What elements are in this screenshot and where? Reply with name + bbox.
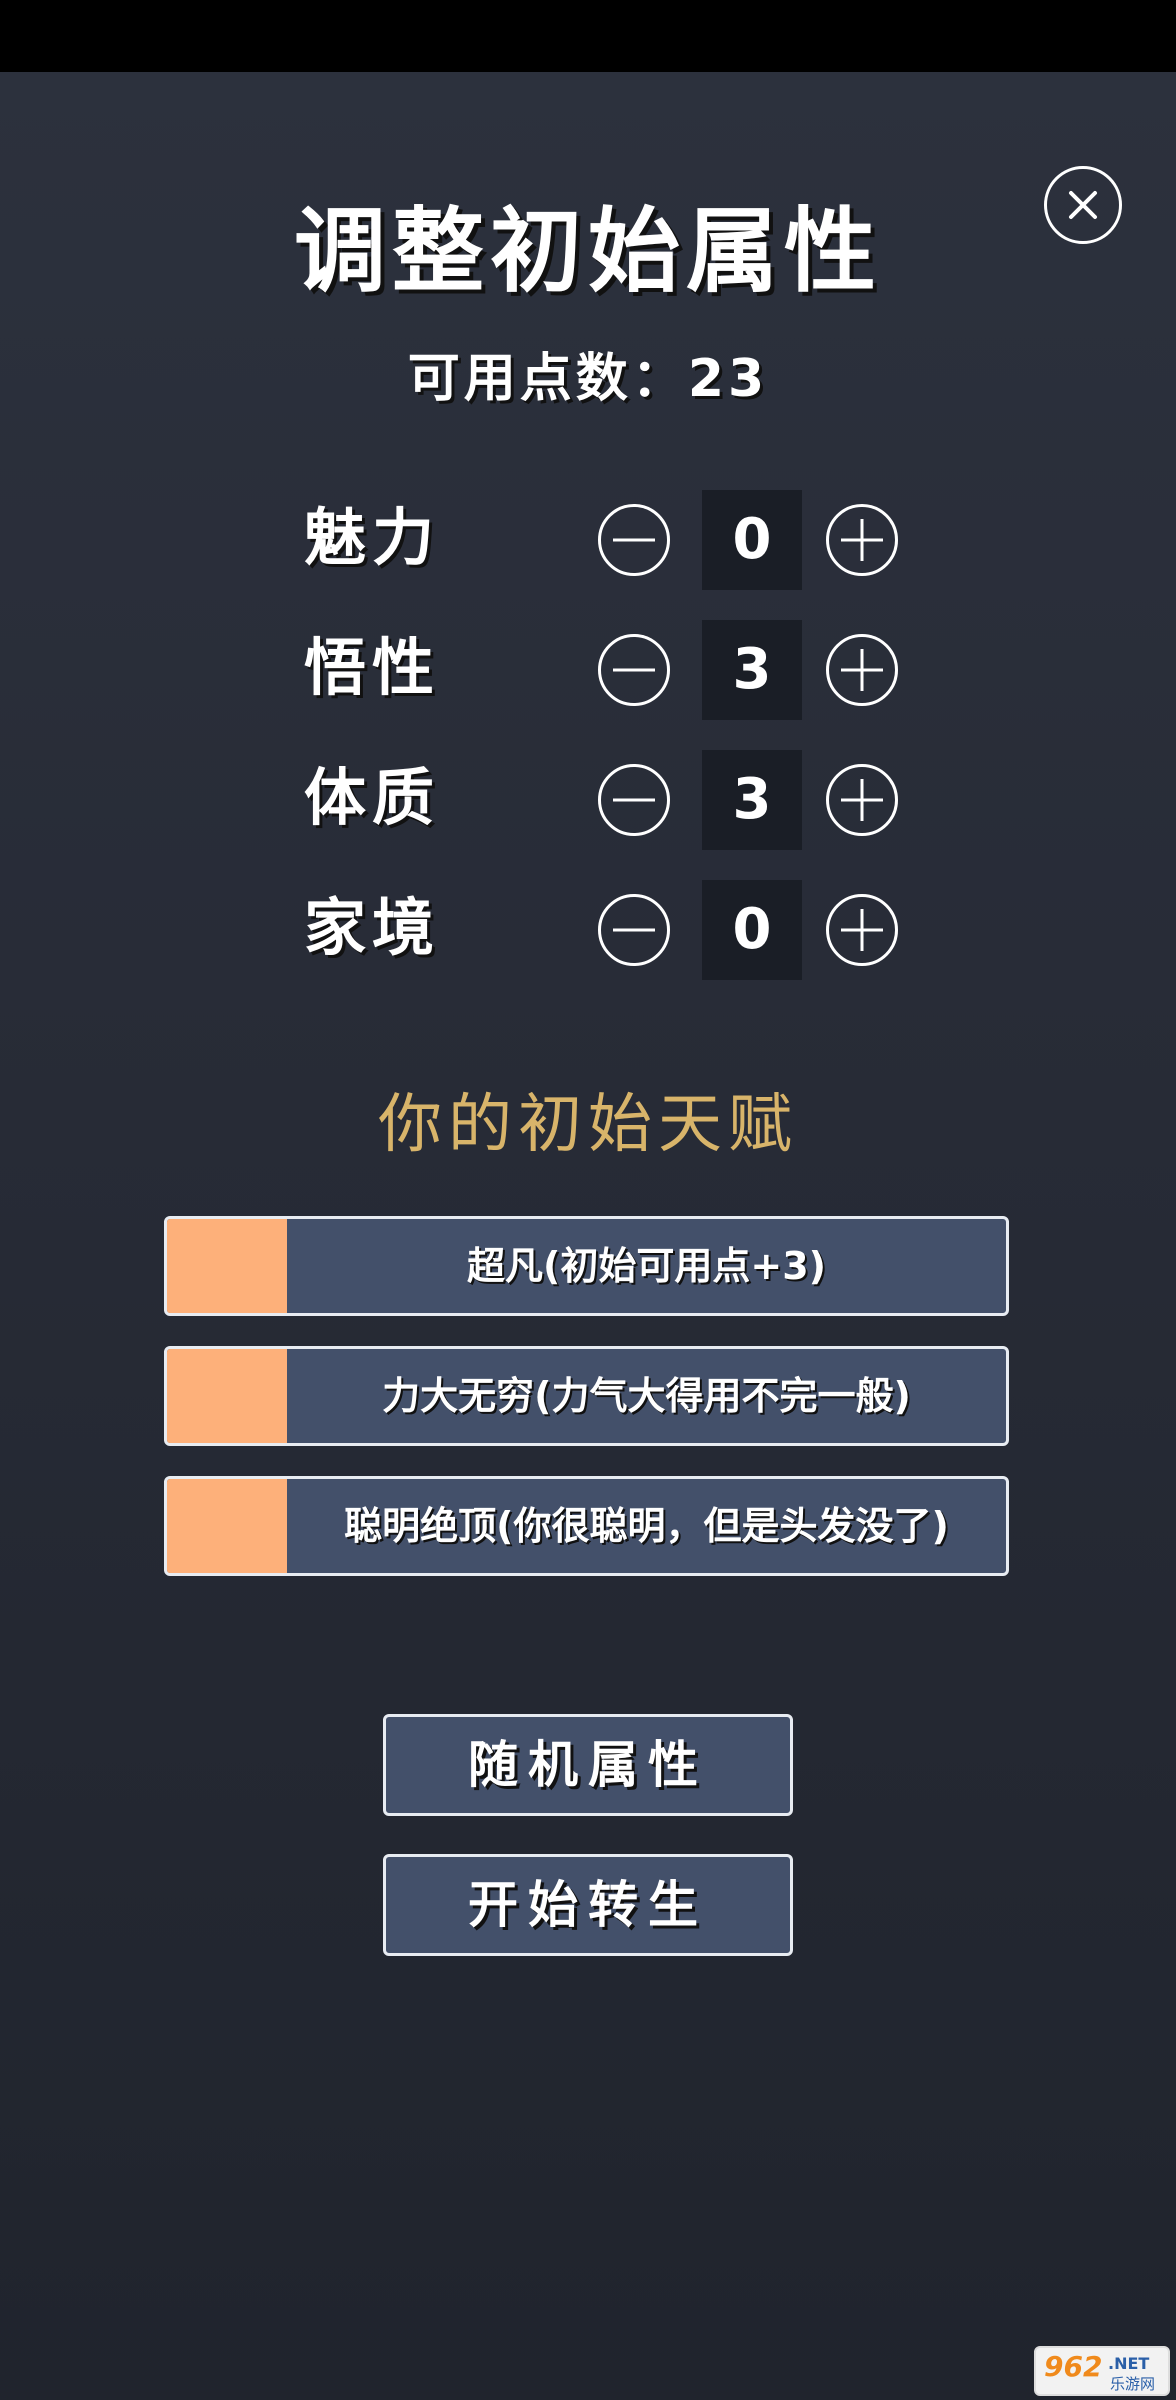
attribute-value: 0 xyxy=(702,490,802,590)
talent-text: 超凡(初始可用点+3) xyxy=(466,1244,826,1288)
talent-item[interactable]: 力大无穷(力气大得用不完一般) xyxy=(164,1346,1009,1446)
talent-item[interactable]: 超凡(初始可用点+3) xyxy=(164,1216,1009,1316)
decrease-charm-button[interactable] xyxy=(598,504,670,576)
talent-heading: 你的初始天赋 xyxy=(378,1088,798,1162)
attribute-row-charm: 魅力 0 xyxy=(0,490,1176,590)
talent-swatch xyxy=(167,1349,287,1443)
attribute-screen: 调整初始属性 可用点数：23 魅力 0 悟性 3 体质 3 家境 0 你的初始天… xyxy=(0,72,1176,2400)
decrease-family-button[interactable] xyxy=(598,894,670,966)
talent-item[interactable]: 聪明绝顶(你很聪明，但是头发没了) xyxy=(164,1476,1009,1576)
available-points-value: 23 xyxy=(687,349,769,409)
attribute-value: 0 xyxy=(702,880,802,980)
status-bar xyxy=(0,0,1176,72)
watermark-site: 乐游网 xyxy=(1110,2375,1156,2393)
site-watermark: 962 .NET 乐游网 xyxy=(1034,2346,1170,2396)
plus-icon xyxy=(841,649,883,691)
minus-icon xyxy=(613,538,655,542)
page-title: 调整初始属性 xyxy=(293,198,882,305)
talent-swatch xyxy=(167,1479,287,1573)
random-attributes-button[interactable]: 随机属性 xyxy=(383,1714,793,1816)
talent-text: 力大无穷(力气大得用不完一般) xyxy=(382,1374,911,1418)
increase-charm-button[interactable] xyxy=(826,504,898,576)
increase-insight-button[interactable] xyxy=(826,634,898,706)
talent-swatch xyxy=(167,1219,287,1313)
minus-icon xyxy=(613,798,655,802)
available-points: 可用点数：23 xyxy=(0,344,1176,414)
start-rebirth-button[interactable]: 开始转生 xyxy=(383,1854,793,1956)
plus-icon xyxy=(841,909,883,951)
increase-constitution-button[interactable] xyxy=(826,764,898,836)
available-points-label: 可用点数： xyxy=(407,349,688,409)
attribute-value: 3 xyxy=(702,620,802,720)
attribute-label: 体质 xyxy=(304,761,441,834)
decrease-constitution-button[interactable] xyxy=(598,764,670,836)
increase-family-button[interactable] xyxy=(826,894,898,966)
minus-icon xyxy=(613,928,655,932)
attribute-label: 魅力 xyxy=(304,501,441,574)
attribute-row-insight: 悟性 3 xyxy=(0,620,1176,720)
minus-icon xyxy=(613,668,655,672)
watermark-suffix: .NET xyxy=(1108,2354,1150,2373)
attribute-label: 家境 xyxy=(304,891,441,964)
decrease-insight-button[interactable] xyxy=(598,634,670,706)
attribute-value: 3 xyxy=(702,750,802,850)
attribute-row-family: 家境 0 xyxy=(0,880,1176,980)
talent-text: 聪明绝顶(你很聪明，但是头发没了) xyxy=(344,1504,949,1548)
attribute-row-constitution: 体质 3 xyxy=(0,750,1176,850)
plus-icon xyxy=(841,519,883,561)
watermark-number: 962 xyxy=(1044,2350,1103,2383)
plus-icon xyxy=(841,779,883,821)
attribute-label: 悟性 xyxy=(304,631,441,704)
